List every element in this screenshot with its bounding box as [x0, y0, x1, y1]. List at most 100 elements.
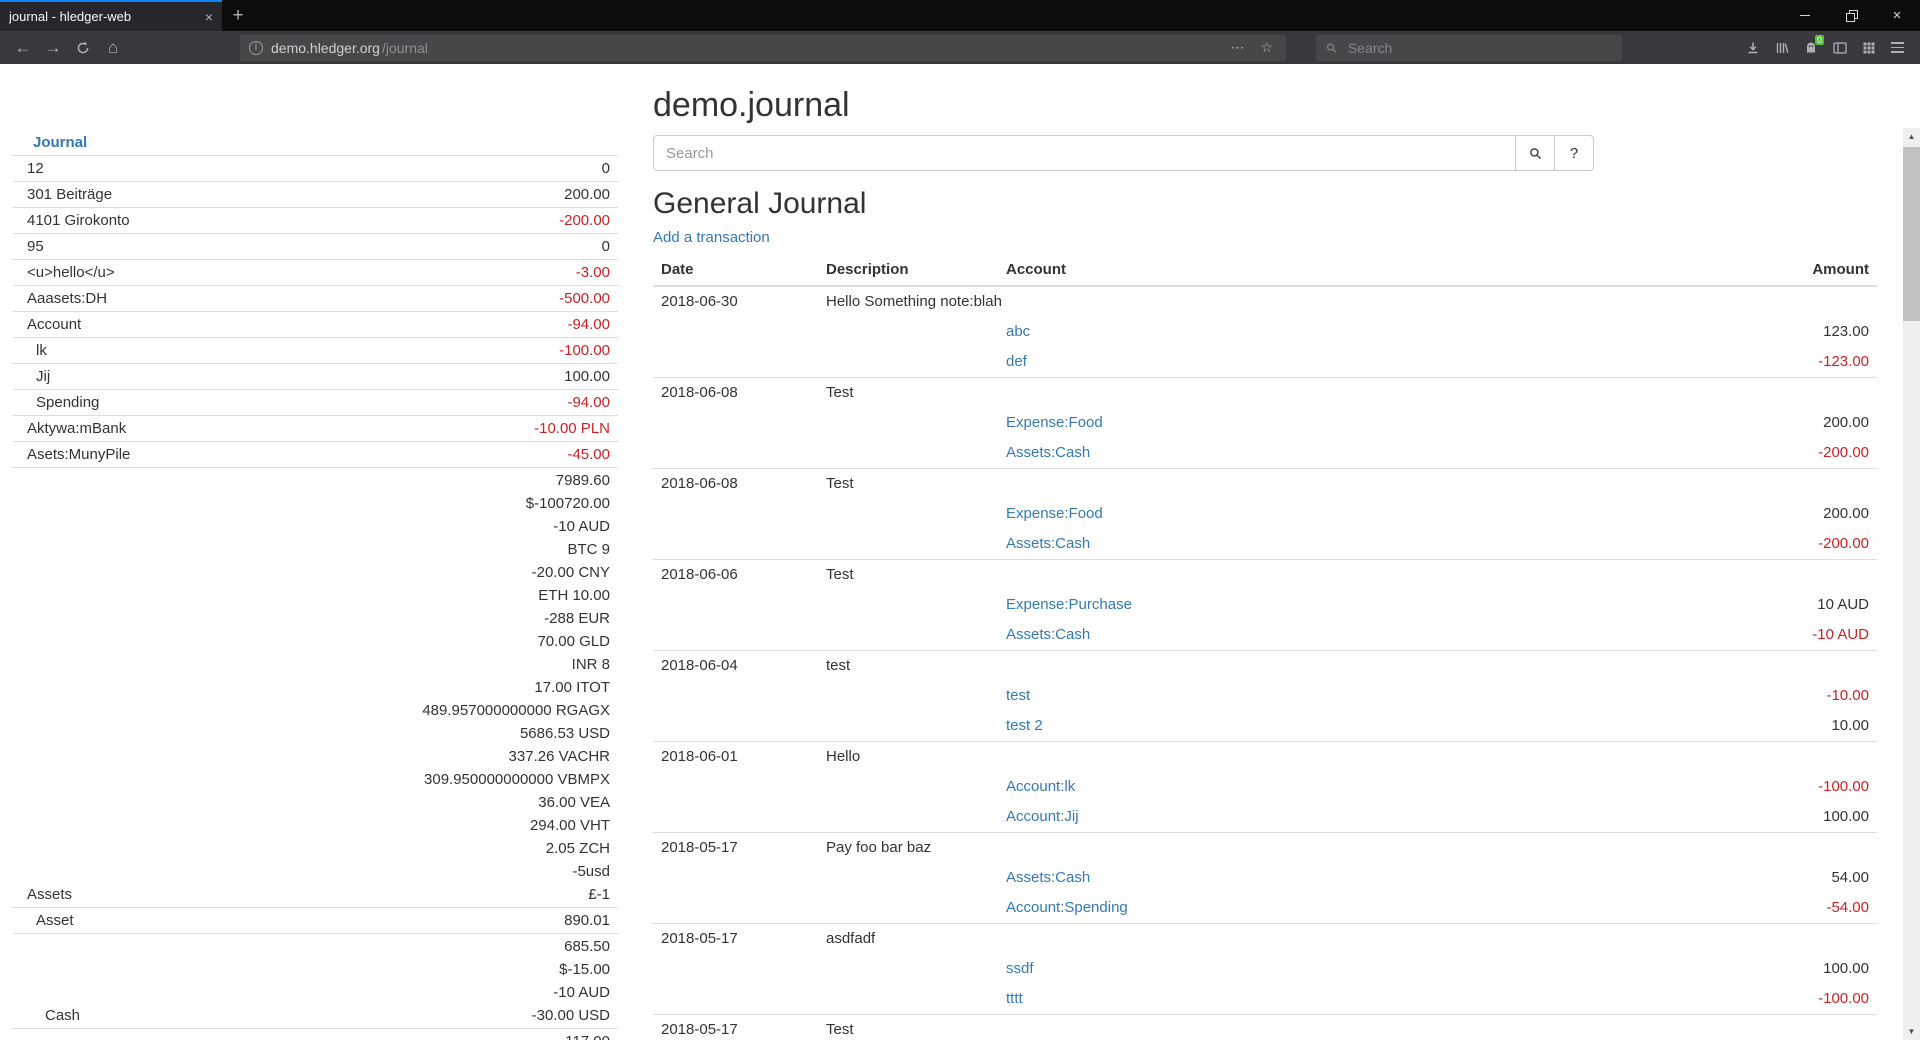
window-minimize-button[interactable] [1782, 0, 1828, 31]
sidebar-account-link[interactable]: Aaasets:DH [21, 287, 107, 310]
sidebar-account-row: Aaasets:DH-500.00 [13, 286, 618, 312]
account-balance: 5686.53 USD [341, 722, 610, 745]
bookmark-star-icon[interactable]: ☆ [1256, 39, 1277, 56]
posting-amount: -100.00 [1637, 984, 1877, 1015]
posting-account-cell: tttt [998, 984, 1637, 1015]
posting-account-link[interactable]: abc [1006, 323, 1030, 340]
posting-account-link[interactable]: Assets:Cash [1006, 869, 1090, 886]
posting-description-cell [818, 499, 998, 529]
sidebar-account-cell: lk [13, 338, 333, 364]
account-balance: £-1 [341, 883, 610, 906]
browser-tab[interactable]: journal - hledger-web × [0, 0, 222, 31]
posting-account-link[interactable]: def [1006, 353, 1027, 370]
sidebar-account-row: 4101 Girokonto-200.00 [13, 208, 618, 234]
new-tab-button[interactable]: + [222, 0, 254, 31]
tab-close-icon[interactable]: × [205, 10, 213, 24]
posting-amount: 54.00 [1637, 863, 1877, 893]
search-help-button[interactable]: ? [1554, 135, 1594, 171]
restore-icon [1846, 10, 1857, 21]
posting-account-cell: abc [998, 317, 1637, 347]
sidebar-account-link[interactable]: Asset [21, 909, 74, 932]
posting-account-link[interactable]: Account:lk [1006, 778, 1075, 795]
sidebar-account-row: 301 Beiträge200.00 [13, 182, 618, 208]
sidebar-balance-cell: -117.00 [333, 1029, 618, 1040]
sidebar-account-link[interactable]: Asets:MunyPile [21, 443, 130, 466]
search-icon [1325, 41, 1338, 55]
sidebar-account-link[interactable]: Jij [21, 365, 50, 388]
posting-account-link[interactable]: ssdf [1006, 960, 1034, 977]
forward-icon[interactable]: → [38, 34, 68, 62]
posting-account-link[interactable]: Account:Spending [1006, 899, 1128, 916]
posting-account-cell: Assets:Cash [998, 863, 1637, 893]
add-transaction-link[interactable]: Add a transaction [653, 229, 770, 246]
posting-date-cell [653, 893, 818, 924]
posting-account-link[interactable]: Assets:Cash [1006, 535, 1090, 552]
sidebar-account-cell: 95 [13, 234, 333, 260]
journal-search-input[interactable] [653, 135, 1516, 171]
grid-apps-icon[interactable] [1854, 34, 1883, 62]
transaction-description: Test [818, 560, 998, 591]
posting-row: Account:Spending-54.00 [653, 893, 1877, 924]
posting-row: test-10.00 [653, 681, 1877, 711]
sidebar-account-link[interactable]: Assets [21, 883, 72, 906]
download-icon[interactable] [1738, 34, 1767, 62]
scrollbar-down-icon[interactable]: ▼ [1903, 1023, 1920, 1040]
posting-account-link[interactable]: Expense:Purchase [1006, 596, 1132, 613]
sidebar-account-link[interactable]: 95 [21, 235, 44, 258]
scrollbar-thumb[interactable] [1903, 147, 1920, 321]
posting-account-link[interactable]: tttt [1006, 990, 1023, 1007]
reload-icon[interactable] [68, 34, 98, 62]
sidebar-journal-link[interactable]: Journal [21, 134, 87, 151]
posting-account-link[interactable]: test 2 [1006, 717, 1043, 734]
menu-hamburger-icon[interactable] [1883, 34, 1912, 62]
posting-row: Expense:Food200.00 [653, 499, 1877, 529]
scrollbar-up-icon[interactable]: ▲ [1903, 128, 1920, 145]
sidebar-account-row: Spending-94.00 [13, 390, 618, 416]
browser-search-bar[interactable] [1316, 35, 1622, 61]
posting-date-cell [653, 954, 818, 984]
account-balance: -10 AUD [341, 981, 610, 1004]
posting-date-cell [653, 590, 818, 620]
account-balance: -288 EUR [341, 607, 610, 630]
sidebar-account-row: 120 [13, 156, 618, 182]
transaction-date: 2018-05-17 [653, 1015, 818, 1040]
sidebar-account-link[interactable]: lk [21, 339, 47, 362]
posting-account-link[interactable]: Assets:Cash [1006, 444, 1090, 461]
home-icon[interactable]: ⌂ [98, 34, 128, 62]
sidebar-balance-cell: -100.00 [333, 338, 618, 364]
posting-account-link[interactable]: Account:Jij [1006, 808, 1079, 825]
posting-description-cell [818, 802, 998, 833]
posting-account-link[interactable]: Expense:Food [1006, 505, 1103, 522]
page-scrollbar[interactable]: ▲ ▼ [1903, 128, 1920, 1040]
posting-account-link[interactable]: Assets:Cash [1006, 626, 1090, 643]
sidebar-account-link[interactable]: 12 [21, 157, 44, 180]
journal-main: demo.journal ? General Journal Add a tra… [653, 64, 1877, 1040]
window-close-button[interactable]: × [1874, 0, 1920, 31]
sidebar-toggle-icon[interactable] [1825, 34, 1854, 62]
window-restore-button[interactable] [1828, 0, 1874, 31]
browser-window: journal - hledger-web × + × ← → ⌂ i demo… [0, 0, 1920, 1040]
browser-search-input[interactable] [1346, 39, 1613, 57]
library-icon[interactable] [1767, 34, 1796, 62]
site-info-icon[interactable]: i [249, 41, 263, 55]
posting-account-link[interactable]: Expense:Food [1006, 414, 1103, 431]
posting-account-link[interactable]: test [1006, 687, 1030, 704]
sidebar-account-link[interactable]: Aktywa:mBank [21, 417, 126, 440]
sidebar-account-link[interactable]: <u>hello</u> [21, 261, 115, 284]
posting-row: tttt -100.00 [653, 984, 1877, 1015]
sidebar-account-cell: Account [13, 312, 333, 338]
sidebar-account-link[interactable]: Cash [21, 1004, 80, 1027]
extension-ghost-icon[interactable]: 0 [1796, 34, 1825, 62]
page-actions-icon[interactable]: ⋯ [1226, 39, 1248, 56]
posting-description-cell [818, 317, 998, 347]
url-bar[interactable]: i demo.hledger.org /journal ⋯ ☆ [240, 35, 1286, 61]
account-balance: BTC 9 [341, 538, 610, 561]
sidebar-account-link[interactable]: Account [21, 313, 81, 336]
sidebar-account-link[interactable]: Spending [21, 391, 99, 414]
sidebar-account-link[interactable]: 4101 Girokonto [21, 209, 130, 232]
browser-titlebar: journal - hledger-web × + × [0, 0, 1920, 31]
back-icon[interactable]: ← [8, 34, 38, 62]
posting-date-cell [653, 984, 818, 1015]
sidebar-account-link[interactable]: 301 Beiträge [21, 183, 112, 206]
journal-search-button[interactable] [1515, 135, 1555, 171]
